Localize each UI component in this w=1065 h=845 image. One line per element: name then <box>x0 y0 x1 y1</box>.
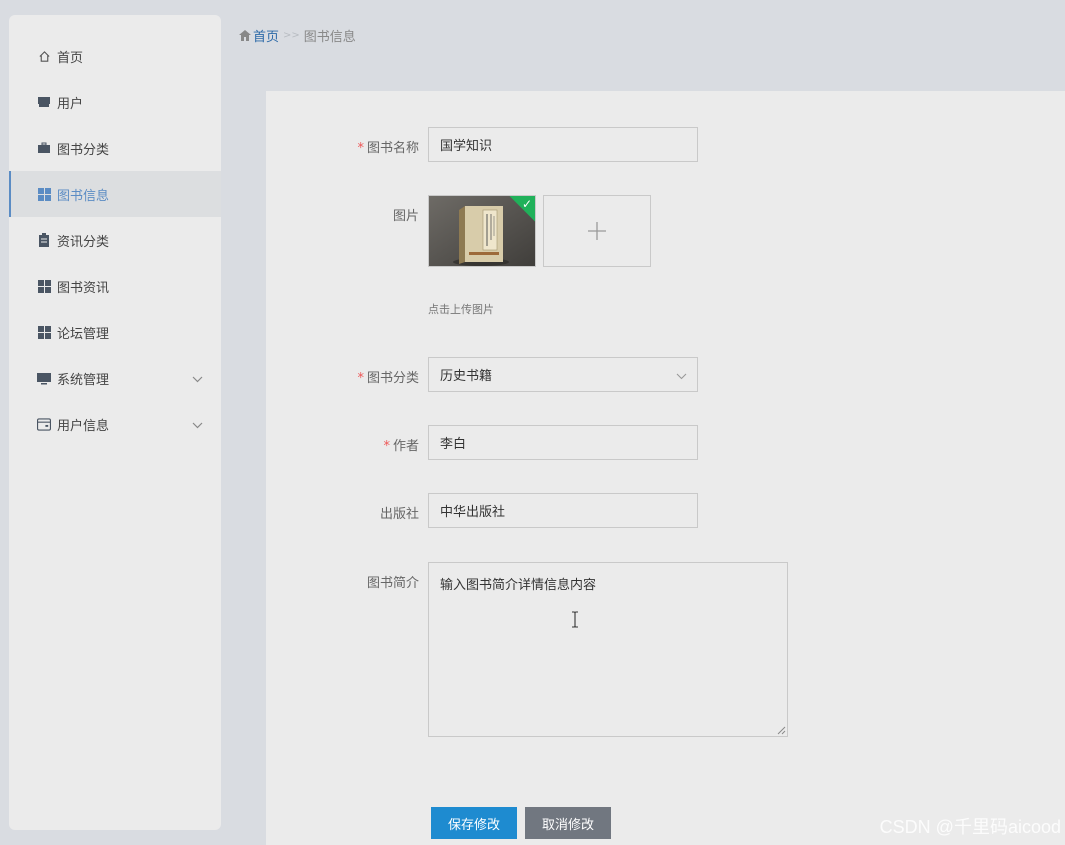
sidebar-item-label: 用户 <box>57 96 84 112</box>
resize-handle-icon[interactable] <box>777 726 786 735</box>
save-button[interactable]: 保存修改 <box>431 807 517 839</box>
sidebar-item-label: 系统管理 <box>57 372 110 388</box>
category-label: * 图书分类 <box>266 367 419 386</box>
clipboard-icon <box>37 233 51 247</box>
sidebar-item-book-category[interactable]: 图书分类 <box>9 125 221 171</box>
sidebar-item-news-category[interactable]: 资讯分类 <box>9 217 221 263</box>
author-input[interactable]: 李白 <box>428 425 698 460</box>
image-label: 图片 <box>392 209 419 224</box>
breadcrumb-separator: >> <box>283 30 300 41</box>
cancel-button[interactable]: 取消修改 <box>525 807 611 839</box>
category-selected-value: 历史书籍 <box>440 369 493 384</box>
home-icon <box>239 30 251 41</box>
briefcase-icon <box>37 141 51 155</box>
sidebar-item-home[interactable]: 首页 <box>9 33 221 79</box>
book-cover-thumbnail[interactable]: ✓ <box>428 195 536 267</box>
book-name-input[interactable]: 国学知识 <box>428 127 698 162</box>
category-label-text: 图书分类 <box>366 371 419 386</box>
watermark: CSDN @千里码aicood <box>879 817 1061 837</box>
intro-text: 输入图书简介详情信息内容 <box>440 578 597 593</box>
name-label-text: 图书名称 <box>366 141 419 156</box>
name-label: * 图书名称 <box>266 137 419 156</box>
upload-hint[interactable]: 点击上传图片 <box>428 301 494 317</box>
grid-icon <box>37 279 51 293</box>
required-mark: * <box>357 141 364 156</box>
chevron-down-icon[interactable] <box>192 418 203 433</box>
chevron-down-icon <box>676 369 687 384</box>
sidebar-item-book-info[interactable]: 图书信息 <box>9 171 221 217</box>
sidebar-item-book-news[interactable]: 图书资讯 <box>9 263 221 309</box>
author-label: * 作者 <box>266 435 419 454</box>
breadcrumb-home-label[interactable]: 首页 <box>253 26 279 45</box>
breadcrumb: 首页 >> 图书信息 <box>239 26 356 45</box>
intro-label: 图书简介 <box>366 576 419 591</box>
grid-icon <box>37 325 51 339</box>
grid-icon <box>37 187 51 201</box>
chevron-down-icon[interactable] <box>192 372 203 387</box>
breadcrumb-current: 图书信息 <box>303 30 356 45</box>
sidebar-item-label: 论坛管理 <box>57 326 110 342</box>
sidebar-item-label: 资讯分类 <box>57 234 110 250</box>
sidebar: 首页 用户 图书分类 图书信息 资讯分类 图书资讯 论坛管理 系统管理 用户信息 <box>9 15 221 830</box>
edit-book-form: * 图书名称 国学知识 图片 ✓ 点击上传图片 * 图书分类 历史书籍 * 作者… <box>266 91 1065 845</box>
publisher-label: 出版社 <box>379 507 419 522</box>
plus-icon <box>588 222 606 240</box>
author-label-text: 作者 <box>392 439 419 454</box>
required-mark: * <box>357 371 364 386</box>
monitor-icon <box>37 371 51 385</box>
publisher-input[interactable]: 中华出版社 <box>428 493 698 528</box>
sidebar-item-users[interactable]: 用户 <box>9 79 221 125</box>
sidebar-item-user-info[interactable]: 用户信息 <box>9 401 221 447</box>
sidebar-item-system[interactable]: 系统管理 <box>9 355 221 401</box>
sidebar-item-forum[interactable]: 论坛管理 <box>9 309 221 355</box>
upload-image-button[interactable] <box>543 195 651 267</box>
user-icon <box>37 95 51 109</box>
breadcrumb-home-link[interactable]: 首页 <box>239 26 279 45</box>
sidebar-item-label: 首页 <box>57 50 84 66</box>
sidebar-item-label: 图书分类 <box>57 142 110 158</box>
text-cursor-icon <box>572 611 578 628</box>
card-icon <box>37 417 51 431</box>
sidebar-item-label: 图书信息 <box>57 188 110 204</box>
sidebar-item-label: 图书资讯 <box>57 280 110 296</box>
intro-textarea[interactable]: 输入图书简介详情信息内容 <box>428 562 788 737</box>
sidebar-item-label: 用户信息 <box>57 418 110 434</box>
required-mark: * <box>383 439 390 454</box>
home-icon <box>37 49 51 63</box>
check-icon: ✓ <box>521 197 532 211</box>
category-select[interactable]: 历史书籍 <box>428 357 698 392</box>
